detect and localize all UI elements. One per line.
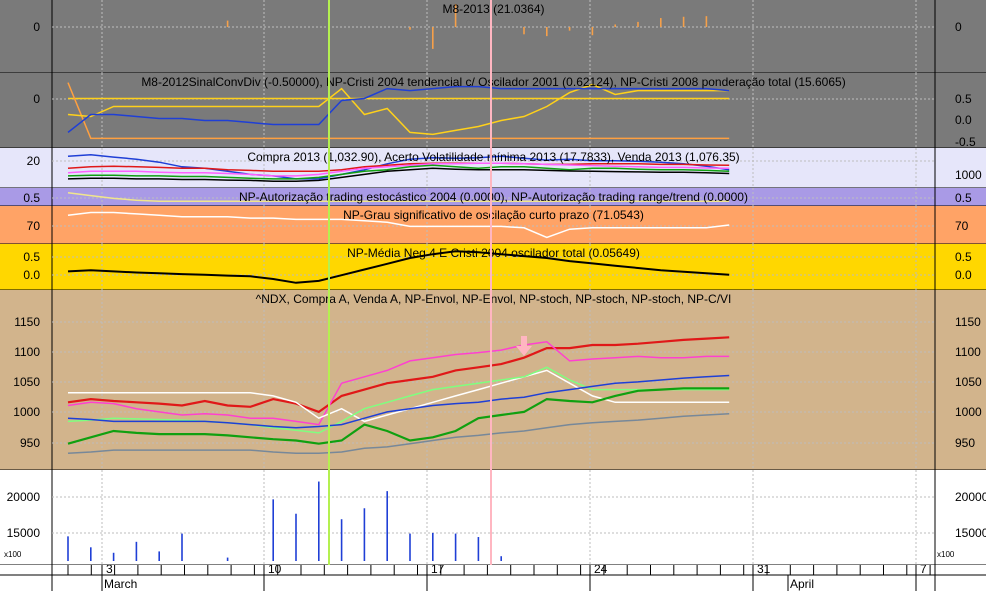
y-tick-right: 1000	[955, 168, 982, 182]
chart-canvas: 0 0 M8-2013 (21.0364) 0 0.5 0.0 -0.5 M8-2012Sin…	[0, 0, 986, 591]
y-tick-right: 0.0	[955, 268, 972, 282]
panel-6: 0.5 0.0 0.5 0.0 NP-Média Neg 4 E Cristi 2004…	[0, 244, 986, 291]
unit-label-left: x100	[4, 550, 22, 559]
panel-title: Compra 2013 (1,032.90), Acerto Volatilid…	[247, 150, 739, 164]
panel-title: M8-2013 (21.0364)	[442, 2, 544, 16]
y-tick-right: 1100	[955, 345, 981, 359]
y-tick-right: 0.0	[955, 113, 972, 127]
y-tick-right: -0.5	[955, 135, 976, 149]
y-tick-left: 1000	[13, 405, 40, 419]
y-tick-right: 20000	[955, 490, 986, 504]
panel-3: 20 1000 Compra 2013 (1,032.90), Acerto Vol…	[0, 148, 986, 189]
panel-title: M8-2012SinalConvDiv (-0.50000), NP-Crist…	[141, 75, 845, 89]
x-axis: 3 10 17 24 31 7 March April	[0, 562, 986, 591]
y-tick-left: 0.0	[23, 268, 40, 282]
x-tick-label-day: 7	[920, 562, 927, 576]
x-tick-label-day: 10	[268, 562, 282, 576]
y-tick-left: 950	[20, 436, 40, 450]
y-tick-right: 0.5	[955, 92, 972, 106]
y-tick-left: 1100	[14, 345, 40, 359]
panel-bg	[0, 470, 986, 565]
y-tick-left: 1050	[13, 375, 40, 389]
y-tick-right: 0.5	[955, 250, 972, 264]
panel-1: 0 0 M8-2013 (21.0364)	[0, 0, 986, 74]
unit-label-right: x100	[937, 550, 955, 559]
x-tick-label-month: March	[104, 577, 137, 591]
x-tick-label-day: 3	[106, 562, 113, 576]
y-tick-right: 1000	[955, 405, 982, 419]
y-tick-right: 0.5	[955, 191, 972, 205]
panel-7: 1150 1100 1050 1000 950 1150 1100 1050 1000 950 ^N…	[0, 290, 986, 471]
y-tick-right: 1050	[955, 375, 982, 389]
y-tick-left: 15000	[7, 526, 41, 540]
y-tick-left: 0.5	[23, 191, 40, 205]
y-tick-left: 0	[33, 20, 40, 34]
panel-4: 0.5 0.5 NP-Autorização trading estocástico…	[0, 188, 986, 207]
panel-8: 20000 15000 20000 15000 x100 x100	[0, 470, 986, 566]
x-tick-label-day: 24	[594, 562, 608, 576]
y-tick-left: 70	[27, 219, 41, 233]
x-tick-label-day: 31	[757, 562, 771, 576]
y-tick-right: 0	[955, 20, 962, 34]
y-tick-left: 0.5	[23, 250, 40, 264]
y-tick-right: 15000	[955, 526, 986, 540]
y-tick-right: 1150	[955, 315, 981, 329]
panel-title: NP-Grau significativo de oscilação curto…	[343, 208, 644, 222]
panel-title: NP-Autorização trading estocástico 2004 …	[239, 190, 748, 204]
x-tick-label-month: April	[790, 577, 814, 591]
panel-5: 70 70 NP-Grau significativo de oscilação c…	[0, 206, 986, 245]
chart-window: 0 0 M8-2013 (21.0364) 0 0.5 0.0 -0.5 M8-2012Sin…	[0, 0, 986, 591]
y-tick-right: 950	[955, 436, 975, 450]
panel-2: 0 0.5 0.0 -0.5 M8-2012SinalConvDiv (-0.50000…	[0, 73, 986, 149]
y-tick-left: 20	[27, 154, 41, 168]
panel-title: NP-Média Neg 4 E Cristi 2004 oscilador t…	[347, 246, 640, 260]
y-tick-left: 0	[33, 92, 40, 106]
y-tick-left: 1150	[14, 315, 40, 329]
y-tick-right: 70	[955, 219, 969, 233]
y-tick-left: 20000	[7, 490, 41, 504]
x-tick-label-day: 17	[431, 562, 445, 576]
panel-title: ^NDX, Compra A, Venda A, NP-Envol, NP-En…	[256, 292, 732, 306]
